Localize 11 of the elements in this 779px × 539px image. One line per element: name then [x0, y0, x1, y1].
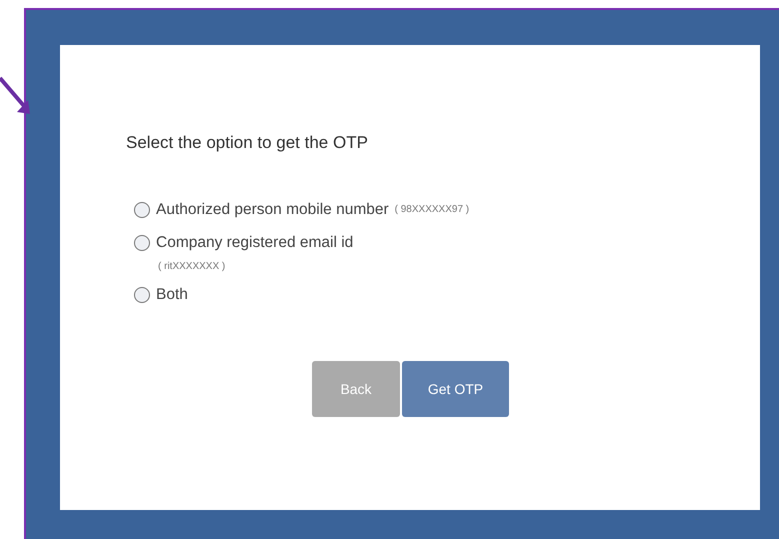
option-label[interactable]: Both — [156, 286, 188, 304]
option-label[interactable]: Company registered email id — [156, 234, 354, 252]
radio-button[interactable] — [134, 202, 150, 218]
masked-value: ( 98XXXXXX97 ) — [394, 204, 470, 215]
annotation-arrow — [0, 76, 32, 116]
radio-button[interactable] — [134, 286, 150, 302]
get-otp-button[interactable]: Get OTP — [402, 361, 509, 417]
form-title: Select the option to get the OTP — [126, 133, 369, 153]
option-label[interactable]: Authorized person mobile number — [156, 200, 389, 218]
masked-value: ( ritXXXXXXX ) — [158, 261, 226, 272]
radio-button[interactable] — [134, 234, 150, 250]
